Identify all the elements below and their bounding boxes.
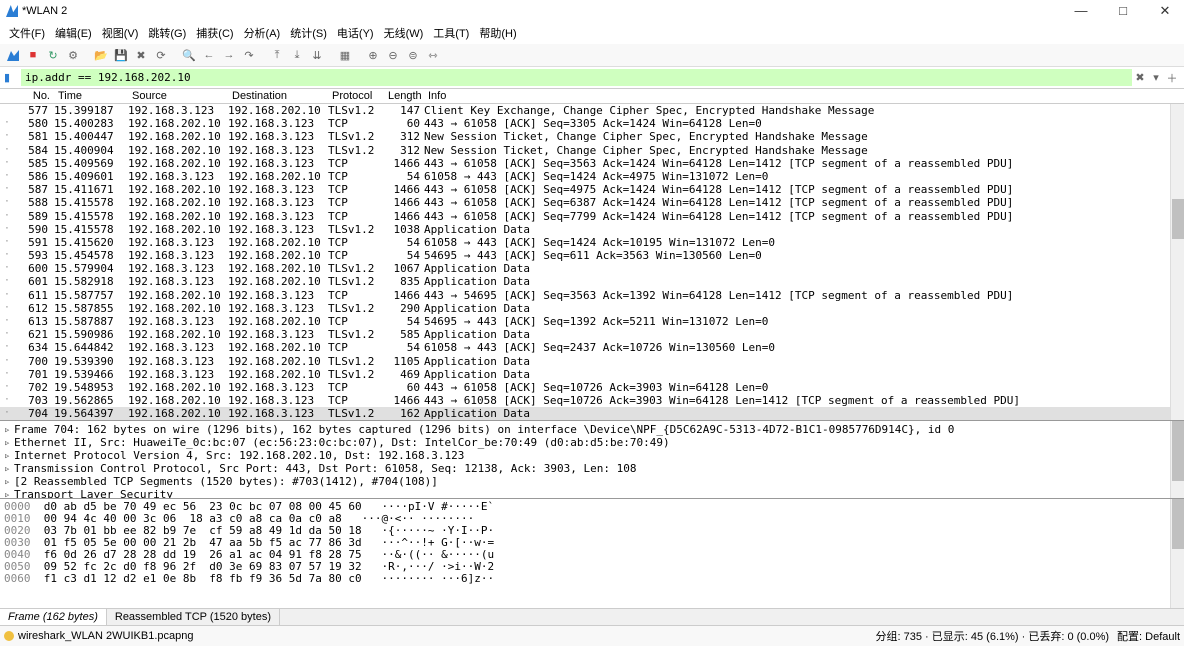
packet-row[interactable]: ·58615.409601192.168.3.123192.168.202.10…: [0, 170, 1184, 183]
packet-row[interactable]: ·70319.562865192.168.202.10192.168.3.123…: [0, 394, 1184, 407]
last-packet-icon[interactable]: ⤓: [288, 46, 306, 64]
wireshark-icon: [6, 5, 18, 17]
packet-row[interactable]: ·70419.564397192.168.202.10192.168.3.123…: [0, 407, 1184, 420]
details-scrollbar[interactable]: [1170, 421, 1184, 498]
prev-icon[interactable]: ←: [200, 46, 218, 64]
detail-line[interactable]: ▹[2 Reassembled TCP Segments (1520 bytes…: [4, 475, 1180, 488]
close-button[interactable]: ✕: [1152, 3, 1178, 19]
detail-line[interactable]: ▹Internet Protocol Version 4, Src: 192.1…: [4, 449, 1180, 462]
packet-row[interactable]: ·59015.415578192.168.202.10192.168.3.123…: [0, 223, 1184, 236]
col-source[interactable]: Source: [128, 90, 228, 102]
first-packet-icon[interactable]: ⤒: [268, 46, 286, 64]
menu-file[interactable]: 文件(F): [6, 24, 48, 42]
tab-reassembled[interactable]: Reassembled TCP (1520 bytes): [107, 609, 280, 625]
stop-capture-icon[interactable]: ■: [24, 46, 42, 64]
capture-options-icon[interactable]: ⚙: [64, 46, 82, 64]
next-icon[interactable]: →: [220, 46, 238, 64]
packet-row[interactable]: ·58515.409569192.168.202.10192.168.3.123…: [0, 157, 1184, 170]
packet-list-header: No. Time Source Destination Protocol Len…: [0, 89, 1184, 104]
bytes-scrollbar[interactable]: [1170, 499, 1184, 608]
zoom-out-icon[interactable]: ⊖: [384, 46, 402, 64]
detail-line[interactable]: ▹Frame 704: 162 bytes on wire (1296 bits…: [4, 423, 1180, 436]
packet-row[interactable]: ·58015.400283192.168.202.10192.168.3.123…: [0, 117, 1184, 130]
maximize-button[interactable]: □: [1110, 3, 1136, 19]
save-file-icon[interactable]: 💾: [112, 46, 130, 64]
menu-view[interactable]: 视图(V): [99, 24, 142, 42]
reload-icon[interactable]: ⟳: [152, 46, 170, 64]
filter-add-icon[interactable]: ＋: [1164, 70, 1180, 86]
resize-cols-icon[interactable]: ⇿: [424, 46, 442, 64]
status-profile[interactable]: 配置: Default: [1117, 628, 1180, 644]
status-bar: wireshark_WLAN 2WUIKB1.pcapng 分组: 735 · …: [0, 625, 1184, 646]
goto-icon[interactable]: ↷: [240, 46, 258, 64]
packet-row[interactable]: ·58115.400447192.168.202.10192.168.3.123…: [0, 130, 1184, 143]
filter-bar: ▮ ✖ ▾ ＋: [0, 67, 1184, 89]
bytes-line[interactable]: 0060 f1 c3 d1 12 d2 e1 0e 8b f8 fb f9 36…: [4, 573, 1180, 585]
packet-row[interactable]: ·58815.415578192.168.202.10192.168.3.123…: [0, 196, 1184, 209]
packet-row[interactable]: ·61315.587887192.168.3.123192.168.202.10…: [0, 315, 1184, 328]
filter-clear-icon[interactable]: ✖: [1132, 71, 1148, 84]
menu-bar: 文件(F) 编辑(E) 视图(V) 跳转(G) 捕获(C) 分析(A) 统计(S…: [0, 22, 1184, 44]
packet-details[interactable]: ▹Frame 704: 162 bytes on wire (1296 bits…: [0, 420, 1184, 498]
packet-row[interactable]: ·59115.415620192.168.3.123192.168.202.10…: [0, 236, 1184, 249]
title-bar: *WLAN 2 — □ ✕: [0, 0, 1184, 22]
packet-row[interactable]: ·60115.582918192.168.3.123192.168.202.10…: [0, 275, 1184, 288]
col-protocol[interactable]: Protocol: [328, 90, 384, 102]
packet-row[interactable]: ·58415.400904192.168.202.10192.168.3.123…: [0, 144, 1184, 157]
bookmark-icon[interactable]: ▮: [4, 71, 18, 85]
bytes-tabs: Frame (162 bytes) Reassembled TCP (1520 …: [0, 608, 1184, 625]
zoom-in-icon[interactable]: ⊕: [364, 46, 382, 64]
menu-telephony[interactable]: 电话(Y): [334, 24, 377, 42]
find-icon[interactable]: 🔍: [180, 46, 198, 64]
packet-row[interactable]: ·61215.587855192.168.202.10192.168.3.123…: [0, 302, 1184, 315]
packet-row[interactable]: ·60015.579904192.168.3.123192.168.202.10…: [0, 262, 1184, 275]
display-filter-input[interactable]: [21, 69, 1132, 86]
packet-row[interactable]: ·70219.548953192.168.202.10192.168.3.123…: [0, 381, 1184, 394]
close-file-icon[interactable]: ✖: [132, 46, 150, 64]
col-length[interactable]: Length: [384, 90, 424, 102]
col-no[interactable]: No.: [14, 90, 54, 102]
status-stats: 分组: 735 · 已显示: 45 (6.1%) · 已丢弃: 0 (0.0%): [876, 628, 1110, 644]
detail-line[interactable]: ▹Ethernet II, Src: HuaweiTe_0c:bc:07 (ec…: [4, 436, 1180, 449]
detail-line[interactable]: ▹Transmission Control Protocol, Src Port…: [4, 462, 1180, 475]
start-capture-icon[interactable]: [4, 46, 22, 64]
packet-row[interactable]: ·58715.411671192.168.202.10192.168.3.123…: [0, 183, 1184, 196]
col-destination[interactable]: Destination: [228, 90, 328, 102]
detail-line[interactable]: ▹Transport Layer Security: [4, 488, 1180, 498]
packet-list[interactable]: 57715.399187192.168.3.123192.168.202.10T…: [0, 104, 1184, 420]
menu-stats[interactable]: 统计(S): [287, 24, 330, 42]
menu-wireless[interactable]: 无线(W): [381, 24, 427, 42]
status-filename: wireshark_WLAN 2WUIKB1.pcapng: [18, 630, 876, 642]
packet-row[interactable]: ·61115.587757192.168.202.10192.168.3.123…: [0, 289, 1184, 302]
packet-row[interactable]: ·59315.454578192.168.3.123192.168.202.10…: [0, 249, 1184, 262]
auto-scroll-icon[interactable]: ⇊: [308, 46, 326, 64]
packet-row[interactable]: ·63415.644842192.168.3.123192.168.202.10…: [0, 341, 1184, 354]
toolbar: ■ ↻ ⚙ 📂 💾 ✖ ⟳ 🔍 ← → ↷ ⤒ ⤓ ⇊ ▦ ⊕ ⊖ ⊜ ⇿: [0, 44, 1184, 67]
menu-go[interactable]: 跳转(G): [145, 24, 189, 42]
tab-frame[interactable]: Frame (162 bytes): [0, 609, 107, 625]
col-time[interactable]: Time: [54, 90, 128, 102]
packet-row[interactable]: ·62115.590986192.168.202.10192.168.3.123…: [0, 328, 1184, 341]
menu-capture[interactable]: 捕获(C): [193, 24, 236, 42]
packet-row[interactable]: 57715.399187192.168.3.123192.168.202.10T…: [0, 104, 1184, 117]
col-info[interactable]: Info: [424, 90, 1184, 102]
restart-capture-icon[interactable]: ↻: [44, 46, 62, 64]
zoom-reset-icon[interactable]: ⊜: [404, 46, 422, 64]
packet-list-scrollbar[interactable]: [1170, 104, 1184, 420]
colorize-icon[interactable]: ▦: [336, 46, 354, 64]
packet-row[interactable]: ·58915.415578192.168.202.10192.168.3.123…: [0, 210, 1184, 223]
open-file-icon[interactable]: 📂: [92, 46, 110, 64]
menu-analyze[interactable]: 分析(A): [241, 24, 284, 42]
menu-help[interactable]: 帮助(H): [476, 24, 519, 42]
minimize-button[interactable]: —: [1068, 3, 1094, 19]
menu-tools[interactable]: 工具(T): [430, 24, 472, 42]
window-title: *WLAN 2: [22, 5, 1068, 17]
packet-row[interactable]: ·70019.539390192.168.3.123192.168.202.10…: [0, 355, 1184, 368]
menu-edit[interactable]: 编辑(E): [52, 24, 95, 42]
expert-info-icon[interactable]: [4, 631, 14, 641]
filter-apply-icon[interactable]: ▾: [1148, 71, 1164, 84]
packet-bytes[interactable]: 0000 d0 ab d5 be 70 49 ec 56 23 0c bc 07…: [0, 498, 1184, 608]
packet-row[interactable]: ·70119.539466192.168.3.123192.168.202.10…: [0, 368, 1184, 381]
